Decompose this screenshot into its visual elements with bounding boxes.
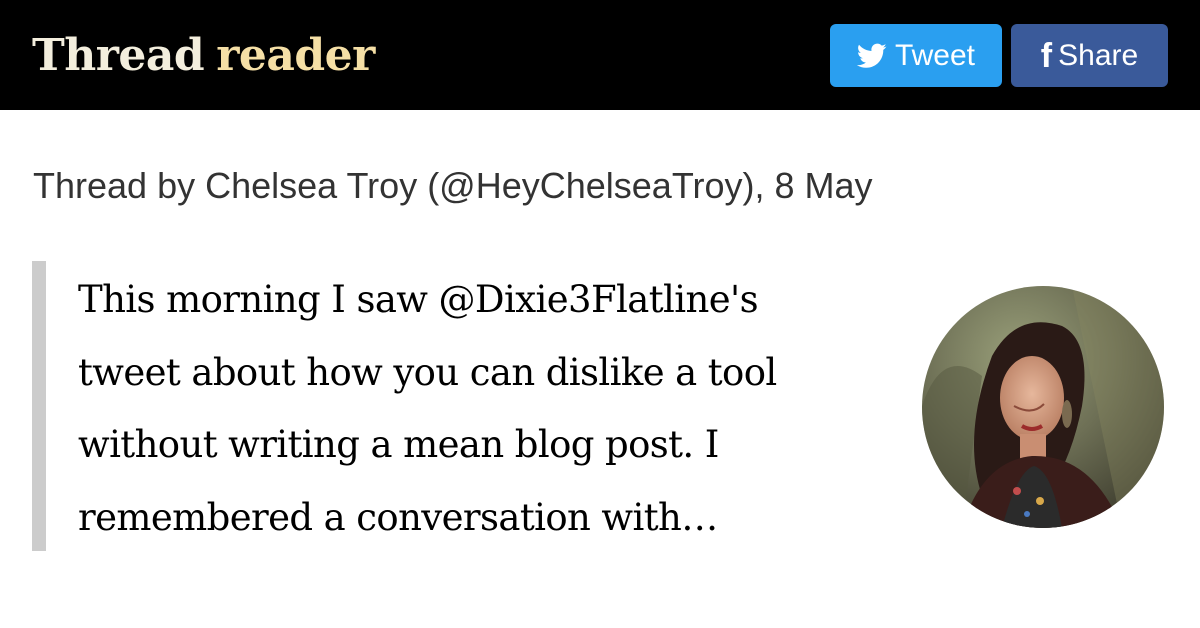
avatar <box>922 286 1164 528</box>
logo-thread-text: Thread <box>32 30 205 81</box>
header-bar: Thread reader Tweet f Share <box>0 0 1200 110</box>
blockquote-bar <box>32 261 46 551</box>
tweet-button[interactable]: Tweet <box>830 24 1002 87</box>
tweet-line: This morning I saw @Dixie3Flatline's <box>78 278 759 321</box>
share-button[interactable]: f Share <box>1011 24 1168 87</box>
share-button-label: Share <box>1058 38 1139 72</box>
logo-reader-text: reader <box>216 30 375 81</box>
tweet-button-label: Tweet <box>894 38 976 72</box>
threadreader-logo[interactable]: Thread reader <box>32 28 375 84</box>
tweet-line: tweet about how you can dislike a tool <box>78 350 777 394</box>
tweet-line: remembered a conversation with… <box>78 495 718 539</box>
twitter-bird-icon <box>856 43 887 69</box>
thread-byline: Thread by Chelsea Troy (@HeyChelseaTroy)… <box>33 165 873 206</box>
tweet-excerpt: This morning I saw @Dixie3Flatline's twe… <box>78 264 878 554</box>
facebook-f-icon: f <box>1040 36 1053 75</box>
tweet-line: without writing a mean blog post. I <box>78 423 719 466</box>
